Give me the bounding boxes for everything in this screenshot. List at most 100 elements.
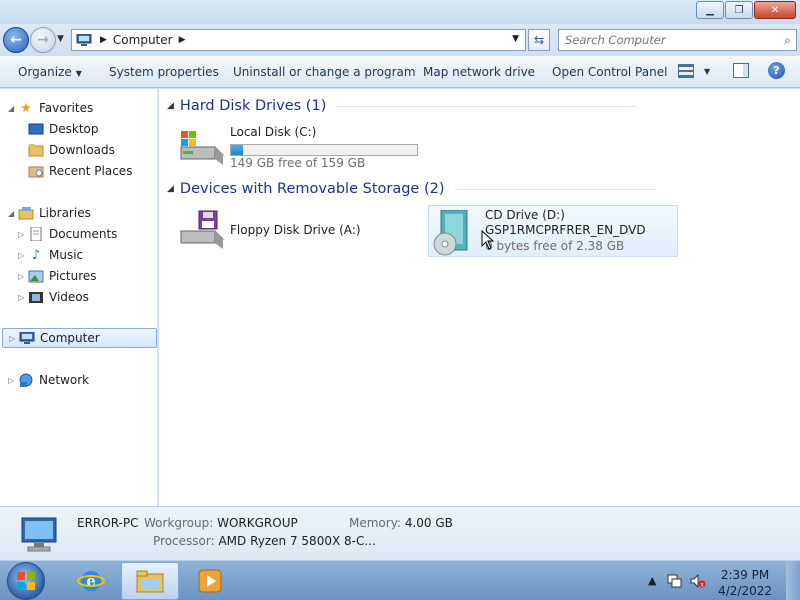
- breadcrumb-chevron-icon[interactable]: ▶: [179, 35, 186, 45]
- expand-toggle-icon[interactable]: ▷: [18, 272, 28, 281]
- nav-network[interactable]: ▷ Network: [8, 370, 89, 390]
- hard-drive-icon: [179, 131, 225, 165]
- computer-icon: [76, 34, 92, 46]
- drive-name: CD Drive (D:): [485, 208, 565, 222]
- minimize-button[interactable]: ▁: [696, 1, 724, 19]
- clock-time: 2:39 PM: [720, 568, 770, 582]
- system-properties-button[interactable]: System properties: [109, 65, 219, 79]
- expand-toggle-icon[interactable]: ◢: [8, 209, 18, 218]
- group-header-hard-disk-drives[interactable]: ◢ Hard Disk Drives (1): [167, 98, 637, 114]
- nav-videos[interactable]: ▷ Videos: [18, 287, 89, 307]
- expand-toggle-icon[interactable]: ◢: [8, 104, 18, 113]
- uninstall-program-button[interactable]: Uninstall or change a program: [233, 65, 416, 79]
- drive-free-space: 0 bytes free of 2.38 GB: [485, 239, 625, 253]
- desktop-icon: [28, 122, 44, 136]
- help-icon: ?: [773, 64, 780, 77]
- address-dropdown-icon[interactable]: ▼: [512, 34, 519, 44]
- floppy-drive-icon: [179, 210, 225, 249]
- taskbar-internet-explorer[interactable]: e: [62, 562, 120, 600]
- expand-toggle-icon[interactable]: ▷: [9, 334, 19, 343]
- organize-label: Organize: [18, 65, 72, 79]
- mouse-cursor-icon: [481, 230, 495, 250]
- nav-pictures[interactable]: ▷ Pictures: [18, 266, 97, 286]
- expand-toggle-icon[interactable]: ▷: [18, 251, 28, 260]
- drive-local-disk-c[interactable]: Local Disk (C:) 149 GB free of 159 GB: [177, 125, 427, 170]
- cd-drive-icon: [433, 210, 468, 256]
- nav-label: Downloads: [49, 143, 115, 157]
- taskbar-windows-explorer[interactable]: [121, 562, 179, 600]
- memory-info: Memory: 4.00 GB: [349, 516, 453, 530]
- drive-cd-d[interactable]: CD Drive (D:) GSP1RMCPRFRER_EN_DVD 0 byt…: [428, 205, 678, 257]
- nav-label: Favorites: [39, 101, 94, 115]
- nav-downloads[interactable]: Downloads: [28, 140, 115, 160]
- command-bar: Organize ▼ System properties Uninstall or…: [0, 56, 800, 88]
- preview-pane-button[interactable]: [733, 63, 749, 78]
- nav-computer[interactable]: ▷ Computer: [2, 328, 157, 348]
- back-arrow-icon: ←: [10, 32, 22, 48]
- group-title: Hard Disk Drives (1): [179, 98, 327, 114]
- nav-desktop[interactable]: Desktop: [28, 119, 99, 139]
- open-control-panel-button[interactable]: Open Control Panel: [552, 65, 667, 79]
- back-button[interactable]: ←: [3, 27, 29, 53]
- drive-name: Local Disk (C:): [230, 125, 317, 139]
- map-network-drive-button[interactable]: Map network drive: [423, 65, 535, 79]
- expand-toggle-icon[interactable]: ▷: [18, 230, 28, 239]
- nav-libraries[interactable]: ◢ Libraries: [8, 203, 91, 223]
- drive-name: Floppy Disk Drive (A:): [230, 223, 361, 237]
- close-button[interactable]: ✕: [754, 1, 796, 19]
- nav-label: Recent Places: [49, 164, 133, 178]
- nav-favorites[interactable]: ◢ ★ Favorites: [8, 98, 93, 118]
- address-bar[interactable]: ▶ Computer ▶ ▼: [71, 29, 526, 51]
- group-header-removable-storage[interactable]: ◢ Devices with Removable Storage (2): [167, 181, 655, 197]
- expand-toggle-icon[interactable]: ▷: [8, 376, 18, 385]
- show-hidden-icons-button[interactable]: ▲: [648, 574, 656, 587]
- forward-button[interactable]: →: [30, 27, 56, 53]
- videos-icon: [28, 290, 44, 304]
- refresh-button[interactable]: ⇆: [528, 29, 550, 51]
- show-desktop-button[interactable]: [786, 561, 800, 600]
- memory-value: 4.00 GB: [404, 516, 453, 530]
- drive-floppy-a[interactable]: Floppy Disk Drive (A:): [177, 209, 417, 253]
- group-divider: [336, 105, 637, 107]
- computer-icon: [19, 331, 35, 345]
- recent-pages-dropdown[interactable]: ▼: [57, 34, 64, 44]
- nav-label: Music: [49, 248, 84, 262]
- media-player-icon: [198, 569, 222, 593]
- nav-music[interactable]: ▷ ♪ Music: [18, 245, 83, 265]
- expand-toggle-icon[interactable]: ▷: [18, 293, 28, 302]
- collapse-group-icon[interactable]: ◢: [167, 101, 174, 111]
- organize-button[interactable]: Organize ▼: [18, 65, 82, 79]
- processor-label: Processor:: [153, 534, 215, 548]
- forward-arrow-icon: →: [37, 32, 49, 48]
- nav-label: Videos: [49, 290, 89, 304]
- nav-recent-places[interactable]: Recent Places: [28, 161, 132, 181]
- nav-label: Desktop: [49, 122, 99, 136]
- volume-muted-icon[interactable]: x: [690, 573, 706, 591]
- breadcrumb-chevron-icon[interactable]: ▶: [100, 35, 107, 45]
- drive-volume-label: GSP1RMCPRFRER_EN_DVD: [485, 223, 646, 237]
- workgroup-info: Workgroup: WORKGROUP: [144, 516, 298, 530]
- windows-logo-icon: [17, 572, 35, 590]
- help-button[interactable]: ?: [768, 62, 785, 79]
- search-input[interactable]: [565, 33, 765, 47]
- search-icon[interactable]: ⌕: [784, 33, 791, 48]
- breadcrumb-computer[interactable]: Computer: [113, 33, 173, 47]
- internet-explorer-icon: e: [77, 571, 105, 591]
- nav-documents[interactable]: ▷ Documents: [18, 224, 117, 244]
- network-status-icon[interactable]: [667, 574, 683, 591]
- restore-button[interactable]: ❐: [725, 1, 753, 19]
- workgroup-value: WORKGROUP: [217, 516, 298, 530]
- start-button[interactable]: [7, 562, 45, 600]
- content-pane: ◢ Hard Disk Drives (1) Local Disk (C:) 1…: [159, 89, 800, 506]
- collapse-group-icon[interactable]: ◢: [167, 184, 174, 194]
- change-view-button[interactable]: ▼: [678, 64, 710, 78]
- disk-usage-fill: [231, 145, 243, 155]
- address-row: ← → ▼ ▶ Computer ▶ ▼ ⇆ ⌕: [0, 24, 800, 56]
- star-icon: ★: [20, 100, 32, 116]
- svg-text:x: x: [700, 582, 704, 589]
- taskbar-media-player[interactable]: [181, 562, 239, 600]
- title-bar: ▁ ❐ ✕: [0, 0, 800, 24]
- nav-label: Pictures: [49, 269, 97, 283]
- clock-date: 4/2/2022: [718, 584, 772, 598]
- system-clock[interactable]: 2:39 PM 4/2/2022: [718, 567, 772, 599]
